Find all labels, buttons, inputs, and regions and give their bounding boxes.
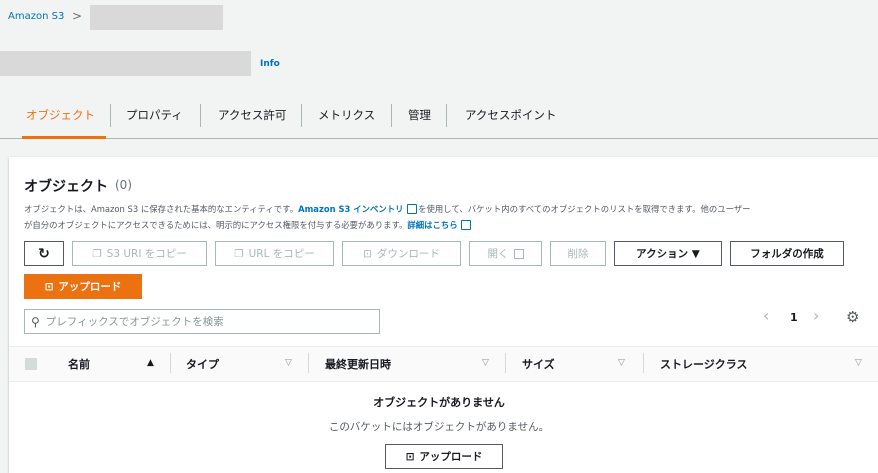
delete-label: 削除 bbox=[567, 248, 589, 260]
column-header-name[interactable]: 名前 bbox=[68, 356, 90, 372]
sort-icon: ▽ bbox=[285, 358, 292, 368]
tab-divider bbox=[391, 104, 392, 127]
desc-text: が自分のオブジェクトにアクセスできるためには、明示的にアクセス権限を付与する必要… bbox=[24, 220, 408, 230]
tab-metrics[interactable]: メトリクス bbox=[318, 107, 375, 123]
empty-state-title: オブジェクトがありません bbox=[373, 396, 505, 409]
actions-dropdown[interactable]: アクション ▼ bbox=[614, 241, 722, 266]
actions-label: アクション ▼ bbox=[636, 248, 700, 260]
tab-objects[interactable]: オブジェクト bbox=[26, 107, 95, 123]
tab-divider bbox=[446, 104, 447, 127]
page-title-redacted bbox=[0, 51, 251, 76]
external-link-icon bbox=[407, 204, 418, 214]
table-header bbox=[9, 346, 878, 382]
tab-divider bbox=[301, 104, 302, 127]
upload-label: アップロード bbox=[58, 281, 122, 293]
download-button[interactable]: ⊡ ダウンロード bbox=[342, 241, 461, 266]
desc-text: オブジェクトは、Amazon S3 に保存された基本的なエンティティです。 bbox=[24, 204, 299, 214]
info-link[interactable]: Info bbox=[260, 59, 280, 69]
tab-properties[interactable]: プロパティ bbox=[126, 107, 183, 123]
pager-prev-icon[interactable]: ‹ bbox=[763, 306, 769, 325]
tab-permissions[interactable]: アクセス許可 bbox=[218, 107, 286, 123]
objects-description-line2: が自分のオブジェクトにアクセスできるためには、明示的にアクセス権限を付与する必要… bbox=[24, 219, 472, 231]
create-folder-button[interactable]: フォルダの作成 bbox=[730, 241, 844, 266]
refresh-button[interactable]: ↻ bbox=[24, 241, 64, 266]
breadcrumb-amazon-s3[interactable]: Amazon S3 bbox=[8, 11, 64, 22]
column-header-size[interactable]: サイズ bbox=[522, 356, 555, 372]
gear-icon[interactable]: ⚙ bbox=[846, 308, 859, 326]
sort-asc-icon: ▲ bbox=[147, 358, 154, 368]
breadcrumb-redacted-bucket bbox=[90, 5, 223, 30]
search-icon: ⚲ bbox=[31, 314, 40, 329]
tab-divider bbox=[110, 104, 111, 127]
sort-icon: ▽ bbox=[482, 358, 489, 368]
create-folder-label: フォルダの作成 bbox=[750, 248, 824, 260]
empty-state-subtitle: このバケットにはオブジェクトがありません。 bbox=[328, 421, 550, 433]
learn-more-link[interactable]: 詳細はこちら bbox=[407, 220, 457, 230]
column-header-last-modified[interactable]: 最終更新日時 bbox=[325, 356, 391, 372]
tab-active-indicator bbox=[22, 136, 106, 139]
pager-current-page[interactable]: 1 bbox=[790, 311, 798, 324]
objects-heading: オブジェクト bbox=[24, 179, 108, 195]
external-link-icon bbox=[513, 248, 524, 259]
inventory-link[interactable]: Amazon S3 インベントリ bbox=[298, 204, 403, 214]
breadcrumb-separator: > bbox=[72, 9, 83, 23]
copy-s3-uri-button[interactable]: ❐ S3 URI をコピー bbox=[72, 241, 207, 266]
open-label: 開く bbox=[487, 248, 509, 260]
pager-next-icon[interactable]: › bbox=[813, 306, 819, 325]
refresh-icon: ↻ bbox=[38, 245, 50, 262]
search-box: ⚲ bbox=[24, 309, 380, 334]
copy-url-button[interactable]: ❐ URL をコピー bbox=[215, 241, 334, 266]
tab-management[interactable]: 管理 bbox=[408, 107, 431, 123]
objects-count: (0) bbox=[115, 178, 132, 192]
copy-s3-uri-label: S3 URI をコピー bbox=[106, 248, 187, 260]
upload-icon: ⊡ bbox=[405, 450, 415, 463]
external-link-icon bbox=[461, 220, 472, 230]
column-header-type[interactable]: タイプ bbox=[186, 356, 219, 372]
empty-upload-button[interactable]: ⊡ アップロード bbox=[385, 444, 503, 469]
objects-description-line1: オブジェクトは、Amazon S3 に保存された基本的なエンティティです。Ama… bbox=[24, 203, 751, 215]
column-divider bbox=[505, 353, 506, 373]
download-label: ダウンロード bbox=[376, 248, 440, 260]
copy-icon: ❐ bbox=[92, 247, 102, 260]
open-button[interactable]: 開く bbox=[469, 241, 542, 266]
copy-url-label: URL をコピー bbox=[248, 248, 315, 260]
column-divider bbox=[170, 353, 171, 373]
tab-divider bbox=[200, 104, 201, 127]
sort-icon: ▽ bbox=[855, 358, 862, 368]
upload-icon: ⊡ bbox=[44, 280, 54, 293]
select-all-checkbox[interactable] bbox=[25, 358, 37, 370]
column-divider bbox=[308, 353, 309, 373]
column-header-storage-class[interactable]: ストレージクラス bbox=[660, 356, 748, 372]
empty-upload-label: アップロード bbox=[419, 451, 483, 463]
upload-button[interactable]: ⊡ アップロード bbox=[24, 274, 142, 299]
delete-button[interactable]: 削除 bbox=[550, 241, 606, 266]
desc-text: を使用して、バケット内のすべてのオブジェクトのリストを取得できます。他のユーザー bbox=[418, 204, 751, 214]
column-divider bbox=[643, 353, 644, 373]
tab-bar: オブジェクト プロパティ アクセス許可 メトリクス 管理 アクセスポイント bbox=[0, 100, 878, 139]
tab-access-points[interactable]: アクセスポイント bbox=[465, 107, 556, 123]
sort-icon: ▽ bbox=[618, 358, 625, 368]
copy-icon: ❐ bbox=[234, 247, 244, 260]
download-icon: ⊡ bbox=[363, 247, 372, 260]
search-input[interactable] bbox=[45, 315, 356, 328]
